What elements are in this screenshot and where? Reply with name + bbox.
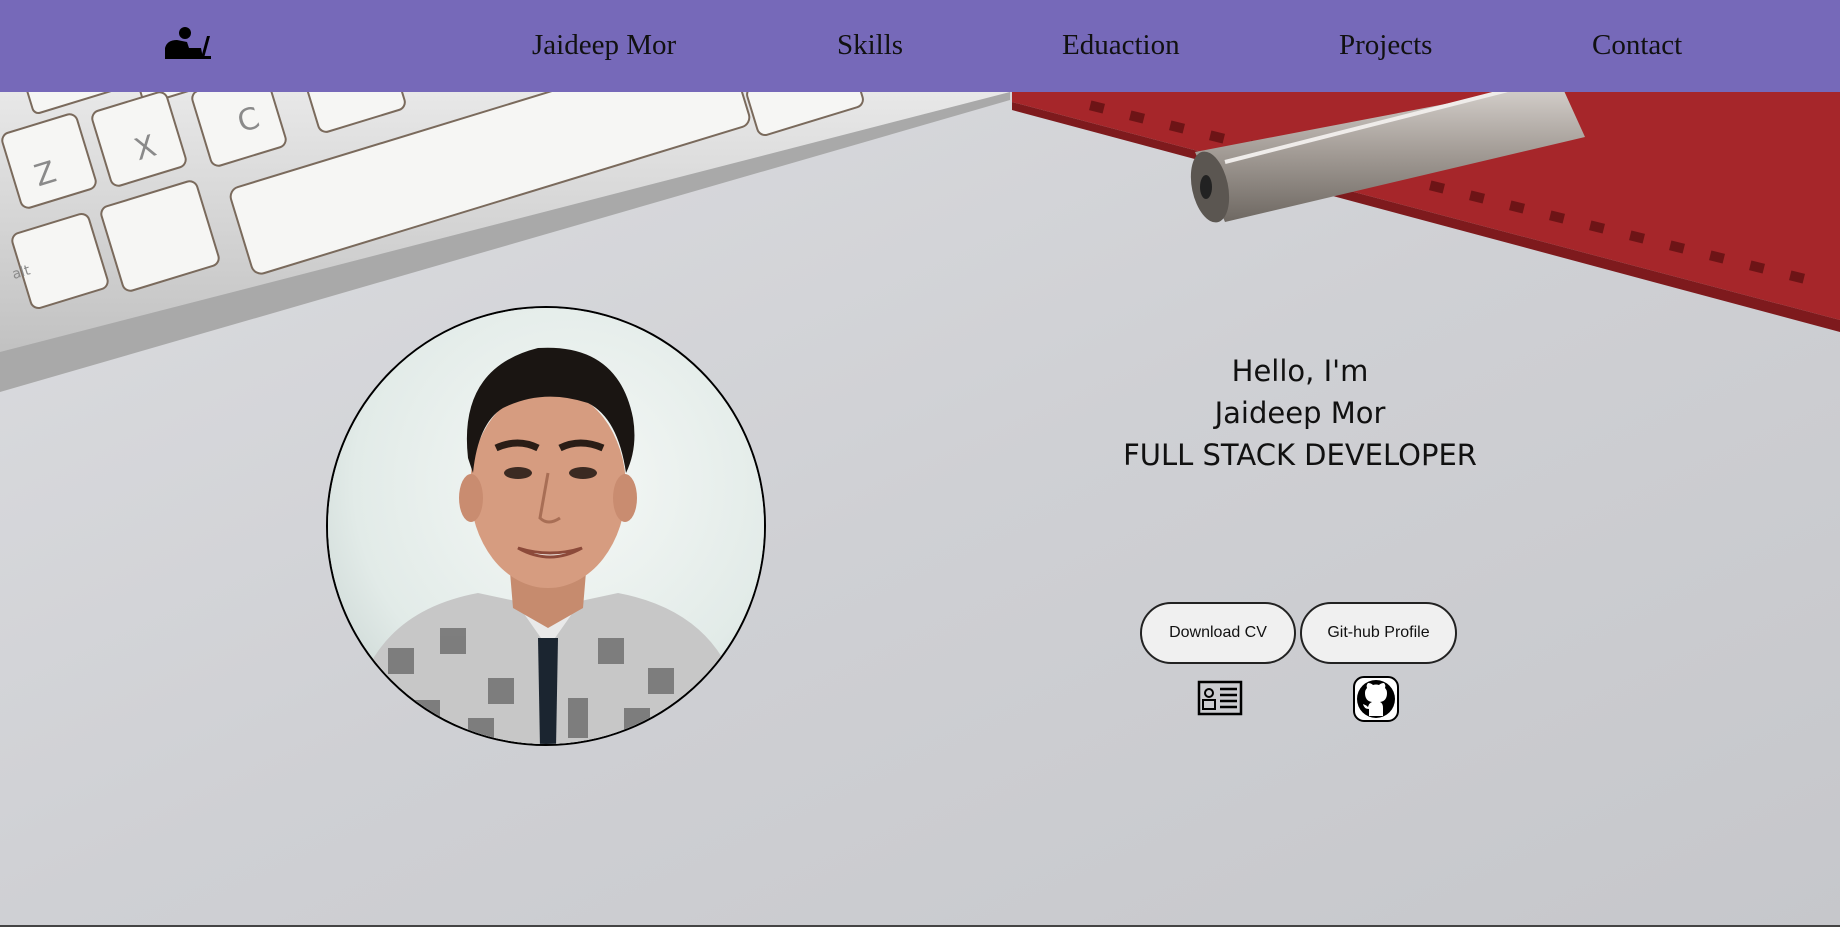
hero-text: Hello, I'm Jaideep Mor FULL STACK DEVELO… xyxy=(1080,350,1520,476)
download-cv-button[interactable]: Download CV xyxy=(1140,602,1296,664)
hero-greeting: Hello, I'm xyxy=(1231,354,1369,388)
nav-link-home[interactable]: Jaideep Mor xyxy=(532,28,676,62)
github-icon[interactable] xyxy=(1353,676,1399,722)
nav-link-education[interactable]: Eduaction xyxy=(1062,28,1180,62)
nav-link-contact[interactable]: Contact xyxy=(1592,28,1682,62)
hero-name: Jaideep Mor xyxy=(1214,396,1386,430)
hero-role: FULL STACK DEVELOPER xyxy=(1123,438,1477,472)
navbar: Jaideep Mor Skills Eduaction Projects Co… xyxy=(0,0,1840,92)
person-laptop-icon[interactable] xyxy=(163,24,213,60)
profile-photo xyxy=(326,306,766,746)
profile-photo-image xyxy=(328,308,764,744)
github-profile-button[interactable]: Git-hub Profile xyxy=(1300,602,1457,664)
desk-background-image: Z X C alt xyxy=(0,92,1840,927)
page: Z X C alt Jaideep Mor Skills Eduaction P… xyxy=(0,0,1840,927)
nav-link-projects[interactable]: Projects xyxy=(1339,28,1432,62)
id-card-icon[interactable] xyxy=(1197,680,1243,716)
nav-link-skills[interactable]: Skills xyxy=(837,28,903,62)
